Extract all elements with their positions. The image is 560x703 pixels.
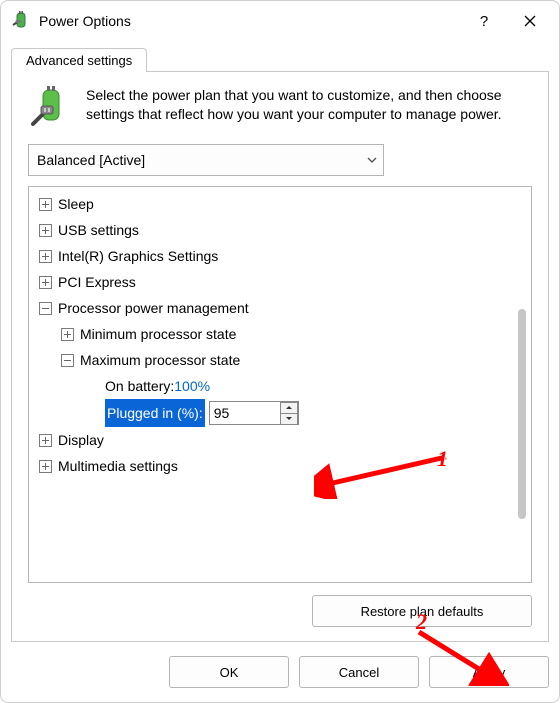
tree-node-display[interactable]: Display [33, 427, 531, 453]
tree-node-multimedia[interactable]: Multimedia settings [33, 453, 531, 479]
node-label: Maximum processor state [80, 347, 240, 373]
node-label: Multimedia settings [58, 453, 178, 479]
chevron-down-icon [367, 154, 377, 166]
tree-node-pci-express[interactable]: PCI Express [33, 269, 531, 295]
on-battery-label: On battery: [105, 373, 174, 399]
cancel-button[interactable]: Cancel [299, 656, 419, 688]
node-label: Display [58, 427, 104, 453]
scroll-thumb[interactable] [518, 309, 526, 519]
expander-collapsed-icon[interactable] [39, 250, 52, 263]
plugged-in-label: Plugged in (%): [105, 399, 205, 427]
tree-node-intel-graphics[interactable]: Intel(R) Graphics Settings [33, 243, 531, 269]
button-label: Apply [473, 665, 506, 680]
expander-expanded-icon[interactable] [61, 354, 74, 367]
annotation-number-1: 1 [437, 446, 448, 472]
plugged-in-input[interactable] [210, 403, 280, 423]
help-button[interactable]: ? [461, 1, 507, 41]
expander-collapsed-icon[interactable] [39, 276, 52, 289]
tree-node-sleep[interactable]: Sleep [33, 191, 531, 217]
node-label: Sleep [58, 191, 94, 217]
scrollbar[interactable] [515, 189, 529, 580]
node-label: Minimum processor state [80, 321, 236, 347]
power-plan-select[interactable]: Balanced [Active] [28, 144, 384, 176]
power-options-icon [11, 11, 31, 31]
spin-up-button[interactable] [281, 402, 298, 413]
tab-panel: Select the power plan that you want to c… [11, 71, 549, 642]
ok-button[interactable]: OK [169, 656, 289, 688]
node-label: Processor power management [58, 295, 249, 321]
tab-strip: Advanced settings [11, 43, 549, 71]
client-area: Advanced settings Select the power [1, 41, 559, 702]
tab-label: Advanced settings [26, 53, 132, 68]
on-battery-value[interactable]: 100% [174, 373, 210, 399]
button-label: Cancel [339, 665, 379, 680]
dialog-buttons: OK Cancel Apply [11, 642, 549, 688]
expander-collapsed-icon[interactable] [39, 434, 52, 447]
intro-row: Select the power plan that you want to c… [28, 86, 532, 130]
title-bar: Power Options ? [1, 1, 559, 41]
expander-collapsed-icon[interactable] [39, 460, 52, 473]
close-button[interactable] [507, 1, 553, 41]
settings-tree[interactable]: Sleep USB settings Intel(R) Graphics Set… [28, 186, 532, 583]
window-title: Power Options [39, 13, 461, 29]
apply-button[interactable]: Apply [429, 656, 549, 688]
expander-expanded-icon[interactable] [39, 302, 52, 315]
node-label: PCI Express [58, 269, 136, 295]
tree-node-usb[interactable]: USB settings [33, 217, 531, 243]
tree-node-processor-power-management[interactable]: Processor power management [33, 295, 531, 321]
node-label: USB settings [58, 217, 139, 243]
expander-collapsed-icon[interactable] [39, 224, 52, 237]
expander-collapsed-icon[interactable] [61, 328, 74, 341]
tree-node-on-battery[interactable]: On battery: 100% [33, 373, 531, 399]
spin-down-button[interactable] [281, 413, 298, 425]
expander-collapsed-icon[interactable] [39, 198, 52, 211]
power-options-window: Power Options ? Advanced settings [0, 0, 560, 703]
annotation-number-2: 2 [416, 609, 427, 635]
intro-text: Select the power plan that you want to c… [86, 86, 532, 130]
tree-node-max-processor-state[interactable]: Maximum processor state [33, 347, 531, 373]
button-label: OK [220, 665, 239, 680]
plugged-in-spinner[interactable] [209, 401, 299, 425]
plan-selected-label: Balanced [Active] [37, 152, 145, 168]
tab-advanced-settings[interactable]: Advanced settings [11, 48, 147, 72]
intro-icon [28, 86, 74, 130]
tree-node-plugged-in[interactable]: Plugged in (%): [33, 399, 531, 427]
tree-node-min-processor-state[interactable]: Minimum processor state [33, 321, 531, 347]
tree-root: Sleep USB settings Intel(R) Graphics Set… [33, 191, 531, 479]
node-label: Intel(R) Graphics Settings [58, 243, 218, 269]
restore-row: Restore plan defaults [28, 595, 532, 627]
